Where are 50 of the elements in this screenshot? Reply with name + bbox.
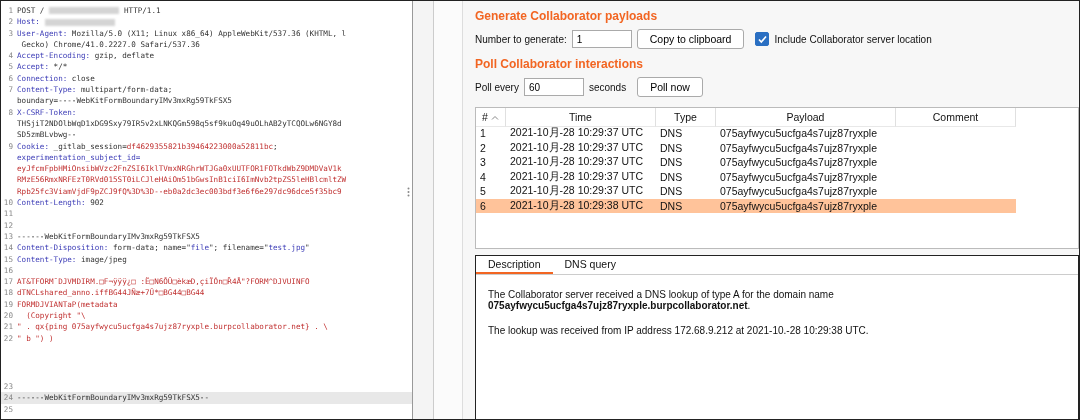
table-cell[interactable]: 2021-10月-28 10:29:37 UTC [506,169,656,184]
sort-icon [490,114,499,120]
table-cell[interactable]: DNS [656,155,716,170]
table-cell[interactable]: DNS [656,169,716,184]
tab[interactable]: Description [476,256,553,274]
section-heading: Generate Collaborator payloads [475,9,659,23]
field-label: Number to generate: [475,33,567,45]
table-cell[interactable]: 2 [476,140,506,155]
poll-button[interactable]: Poll now [637,77,703,97]
drag-handle-icon[interactable] [407,187,410,199]
table-cell[interactable]: 3 [476,155,506,170]
table-cell[interactable]: 075ayfwycu5ucfga4s7ujz87ryxple [716,169,896,184]
request-editor[interactable] [1,1,413,419]
table-cell[interactable]: 5 [476,184,506,199]
table-cell[interactable]: DNS [656,184,716,199]
table-cell[interactable]: 075ayfwycu5ucfga4s7ujz87ryxple [716,184,896,199]
table-cell[interactable]: 1 [476,126,506,141]
table-cell[interactable]: 075ayfwycu5ucfga4s7ujz87ryxple [716,198,896,213]
field-label: Poll every [475,81,519,93]
checkbox[interactable] [755,32,770,46]
description-text: The Collaborator server received a DNS lookup of type A for the domain name 075ayfwycu5ucfga4s7ujz87ryxple.burpcollaborator.net. [488,289,835,311]
table-cell[interactable]: 2021-10月-28 10:29:37 UTC [506,140,656,155]
selected-row-highlight[interactable]: 6 2021-10月-28 10:29:38 UTC DNS 075ayfwycu5ucfga4s7ujz87ryxple [476,198,1016,213]
column-header[interactable]: # [476,108,506,127]
number-field[interactable]: 1 [571,30,632,48]
table-cell[interactable]: 075ayfwycu5ucfga4s7ujz87ryxple [716,140,896,155]
table-cell[interactable]: 2021-10月-28 10:29:37 UTC [506,126,656,141]
table-cell[interactable]: DNS [656,140,716,155]
table-cell[interactable]: DNS [656,198,716,213]
section-heading: Poll Collaborator interactions [475,57,645,71]
copy-button[interactable]: Copy to clipboard [636,29,745,49]
table-cell[interactable]: DNS [656,126,716,141]
table-cell[interactable]: 2021-10月-28 10:29:38 UTC [506,198,656,213]
table-cell[interactable]: 075ayfwycu5ucfga4s7ujz87ryxple [716,126,896,141]
column-header[interactable]: Time [506,108,656,127]
checkbox-label: Include Collaborator server location [774,33,932,45]
tab[interactable]: DNS query [552,256,628,274]
column-header[interactable]: Comment [896,108,1016,127]
redacted-text [44,18,115,26]
table-cell[interactable]: 2021-10月-28 10:29:37 UTC [506,184,656,199]
table-cell[interactable]: 075ayfwycu5ucfga4s7ujz87ryxple [716,155,896,170]
interval-field[interactable]: 60 [523,78,584,96]
table-cell[interactable]: 6 [476,198,506,213]
unit-label: seconds [588,81,627,93]
table-cell[interactable]: 4 [476,169,506,184]
redacted-text [49,7,120,15]
column-header[interactable]: Type [656,108,716,127]
description-text: The lookup was received from IP address 172.68.9.212 at 2021-10.-28 10:29:38 UTC. [488,325,870,336]
table-cell[interactable]: 2021-10月-28 10:29:37 UTC [506,155,656,170]
column-header[interactable]: Payload [716,108,896,127]
